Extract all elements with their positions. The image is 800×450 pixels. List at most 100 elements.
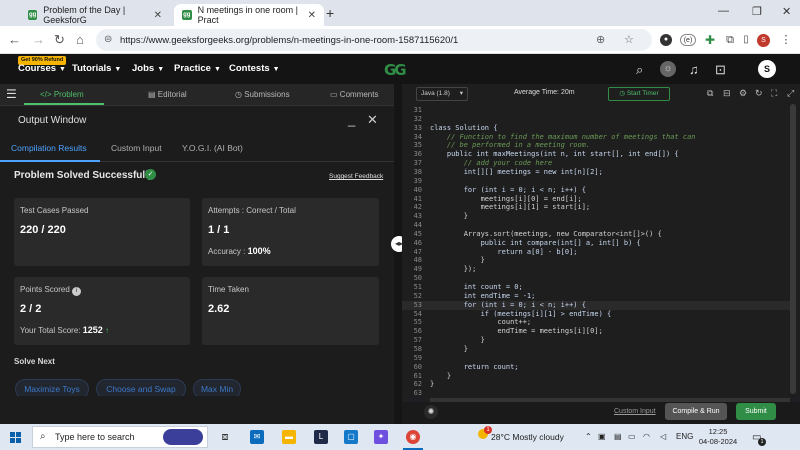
language-select[interactable]: Java (1.8) ▾ — [416, 87, 468, 101]
code-line[interactable]: 34 // Function to find the maximum numbe… — [402, 133, 792, 142]
code-line[interactable]: 61 } — [402, 372, 792, 381]
wifi-icon[interactable]: ◠ — [643, 432, 650, 441]
chevron-up-icon[interactable]: ⌃ — [585, 432, 592, 441]
panel-divider[interactable] — [394, 84, 402, 424]
fullscreen-icon[interactable]: ⛶ — [771, 88, 777, 99]
start-timer-button[interactable]: ◷ Start Timer — [608, 87, 670, 101]
code-line[interactable]: 43 } — [402, 212, 792, 221]
weather-text[interactable]: 28°C Mostly cloudy — [491, 432, 564, 442]
code-line[interactable]: 48 } — [402, 256, 792, 265]
gfg-logo[interactable]: GG — [384, 61, 418, 79]
extension-icon[interactable]: ● — [660, 34, 672, 46]
task-view-icon[interactable]: ⧈ — [218, 430, 232, 444]
menu-kebab-icon[interactable]: ⋮ — [780, 34, 792, 46]
cart-icon[interactable]: ⊡ — [715, 62, 726, 78]
code-line[interactable]: 40 for (int i = 0; i < n; i++) { — [402, 186, 792, 195]
app-l-icon[interactable]: L — [314, 430, 328, 444]
editor-scrollbar[interactable] — [790, 104, 796, 394]
notification-bell-icon[interactable]: ♫ — [689, 62, 699, 77]
code-line[interactable]: 46 public int compare(int[] a, int[] b) … — [402, 239, 792, 248]
code-line[interactable]: 63 — [402, 389, 792, 398]
code-line[interactable]: 53 for (int i = 0; i < n; i++) { — [402, 300, 792, 310]
close-tab-icon[interactable]: ✕ — [154, 10, 162, 21]
compile-run-button[interactable]: Compile & Run — [665, 403, 727, 420]
tab-problem[interactable]: </> Problem — [40, 90, 84, 99]
close-tab-icon[interactable]: ✕ — [308, 10, 316, 21]
code-line[interactable]: 51 int count = 0; — [402, 283, 792, 292]
code-line[interactable]: 55 count++; — [402, 318, 792, 327]
code-line[interactable]: 59 — [402, 354, 792, 363]
restore-icon[interactable]: ❐ — [752, 5, 762, 18]
browser-tab-n-meetings[interactable]: gg N meetings in one room | Pract ✕ — [174, 4, 324, 26]
tray-app-icon[interactable]: ▤ — [614, 432, 622, 441]
code-line[interactable]: 45 Arrays.sort(meetings, new Comparator<… — [402, 230, 792, 239]
reset-icon[interactable]: ↻ — [755, 88, 763, 99]
profile-avatar[interactable]: S — [757, 34, 770, 47]
add-extension-icon[interactable]: ✚ — [704, 34, 716, 46]
settings-icon[interactable]: ⚙ — [739, 88, 747, 99]
tab-comments[interactable]: ▭ Comments — [330, 90, 378, 99]
tab-yogi-ai-bot[interactable]: Y.O.G.I. (AI Bot) — [182, 143, 243, 153]
extension-badge[interactable]: (e) — [680, 34, 696, 46]
system-clock[interactable]: 12:25 04-08-2024 — [694, 427, 742, 447]
code-line[interactable]: 32 — [402, 115, 792, 124]
code-line[interactable]: 39 — [402, 177, 792, 186]
windows-start-icon[interactable] — [10, 432, 21, 443]
code-line[interactable]: 47 return a[0] - b[0]; — [402, 248, 792, 257]
forward-icon[interactable]: → — [32, 32, 45, 47]
code-line[interactable]: 62} — [402, 380, 792, 389]
code-line[interactable]: 57 } — [402, 336, 792, 345]
code-line[interactable]: 44 — [402, 221, 792, 230]
close-panel-icon[interactable]: ✕ — [367, 112, 378, 128]
bookmark-star-icon[interactable]: ☆ — [624, 33, 634, 46]
code-line[interactable]: 54 if (meetings[i][1] > endTime) { — [402, 310, 792, 319]
nav-contests[interactable]: Contests ▼ — [229, 63, 280, 74]
nav-tutorials[interactable]: Tutorials ▼ — [72, 63, 121, 74]
code-editor[interactable]: 31 32 33 class Solution {34 // Function to … — [402, 104, 800, 398]
code-line[interactable]: 42 meetings[i][1] = start[i]; — [402, 203, 792, 212]
home-icon[interactable]: ⌂ — [76, 32, 84, 47]
copilot-icon[interactable]: ✦ — [374, 430, 388, 444]
back-icon[interactable]: ← — [8, 32, 21, 47]
volume-icon[interactable]: ◁ — [660, 432, 666, 441]
new-tab-button[interactable]: + — [326, 5, 334, 21]
code-line[interactable]: 50 — [402, 274, 792, 283]
extensions-puzzle-icon[interactable]: ⧉ — [724, 34, 736, 46]
tab-editorial[interactable]: ▤ Editorial — [148, 90, 187, 99]
language-indicator[interactable]: ENG — [676, 432, 693, 441]
code-line[interactable]: 31 — [402, 106, 792, 115]
code-line[interactable]: 56 endTime = meetings[i][0]; — [402, 327, 792, 336]
chrome-icon[interactable]: ◉ — [406, 430, 420, 444]
code-line[interactable]: 52 int endTime = -1; — [402, 292, 792, 301]
theme-toggle-icon[interactable]: ☼ — [660, 61, 676, 77]
copy-icon[interactable]: ⧉ — [707, 88, 713, 99]
user-avatar[interactable]: S — [758, 60, 776, 78]
browser-tab-potd[interactable]: gg Problem of the Day | GeeksforG ✕ — [20, 4, 170, 26]
translate-icon[interactable]: ⊕ — [596, 33, 605, 46]
code-line[interactable]: 38 int[][] meetings = new int[n][2]; — [402, 168, 792, 177]
lightbulb-icon[interactable]: ✺ — [424, 405, 438, 419]
site-info-icon[interactable]: ⊜ — [104, 34, 112, 45]
close-window-icon[interactable]: ✕ — [782, 5, 791, 18]
code-line[interactable]: 58 } — [402, 345, 792, 354]
sidebar-icon[interactable]: ▯ — [740, 34, 752, 46]
expand-icon[interactable]: ⊟ — [723, 88, 731, 99]
code-line[interactable]: 37 // add your code here — [402, 159, 792, 168]
submit-button[interactable]: Submit — [736, 403, 776, 420]
tab-submissions[interactable]: ◷ Submissions — [235, 90, 290, 99]
code-line[interactable]: 60 return count; — [402, 363, 792, 372]
code-line[interactable]: 35 // be performed in a meeting room. — [402, 141, 792, 150]
file-explorer-icon[interactable]: ▬ — [282, 430, 296, 444]
mail-app-icon[interactable]: ✉ — [250, 430, 264, 444]
tray-app-icon[interactable]: ▣ — [598, 432, 606, 441]
taskbar-search-input[interactable]: ⌕ Type here to search — [32, 426, 208, 448]
tab-custom-input[interactable]: Custom Input — [111, 143, 162, 153]
battery-icon[interactable]: ▭ — [628, 432, 636, 441]
nav-courses[interactable]: Courses ▼ — [18, 63, 66, 74]
suggest-feedback-link[interactable]: Suggest Feedback — [329, 173, 383, 180]
code-line[interactable]: 36 public int maxMeetings(int n, int sta… — [402, 150, 792, 159]
tab-compilation-results[interactable]: Compilation Results — [11, 143, 87, 153]
hamburger-menu-icon[interactable]: ☰ — [6, 87, 17, 101]
reload-icon[interactable]: ↻ — [54, 32, 65, 48]
search-icon[interactable]: ⌕ — [636, 62, 643, 78]
